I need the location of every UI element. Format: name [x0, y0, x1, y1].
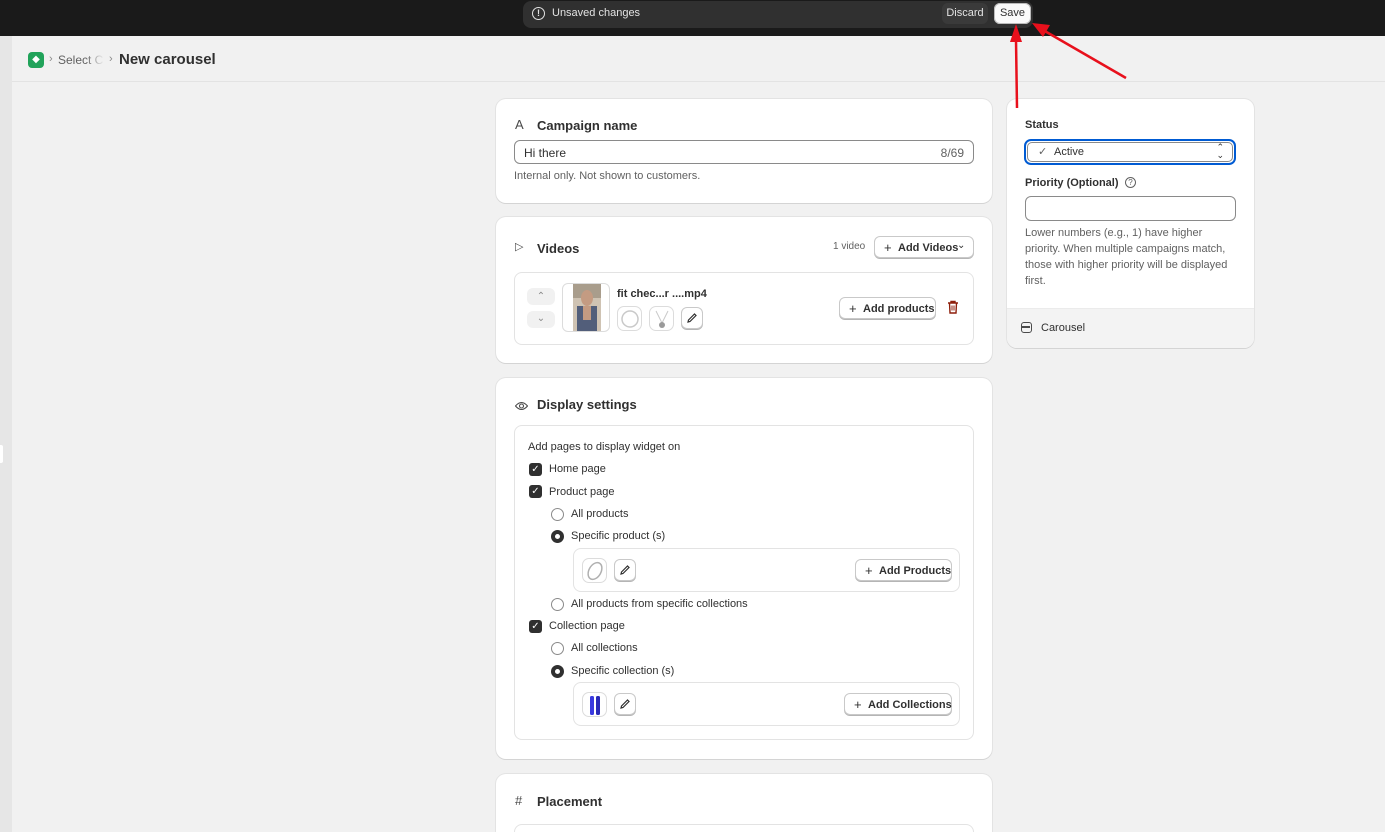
pencil-icon	[620, 565, 630, 575]
alert-icon: !	[532, 7, 545, 20]
add-products-button[interactable]: + Add Products	[855, 559, 952, 581]
discard-button[interactable]: Discard	[942, 3, 988, 24]
priority-input[interactable]	[1025, 196, 1236, 221]
unsaved-message: Unsaved changes	[552, 7, 641, 19]
plus-icon: +	[884, 240, 892, 255]
collection-page-label: Collection page	[549, 620, 625, 632]
sidebar-toggle-handle[interactable]	[0, 445, 3, 463]
selected-product-thumbnail	[582, 558, 607, 583]
pencil-icon	[620, 699, 630, 709]
specific-collections-label: Specific collection (s)	[571, 665, 675, 677]
delete-icon[interactable]	[947, 300, 959, 317]
all-products-label: All products	[571, 508, 629, 520]
selected-products-box: + Add Products	[573, 548, 960, 592]
unsaved-changes-bar: ! Unsaved changes Discard Save	[523, 1, 1033, 28]
campaign-name-help: Internal only. Not shown to customers.	[514, 170, 701, 182]
product-page-label: Product page	[549, 486, 615, 498]
plus-icon: +	[854, 697, 862, 712]
video-thumbnail-image	[573, 284, 601, 331]
display-settings-heading: Display settings	[537, 397, 637, 412]
specific-products-label: Specific product (s)	[571, 530, 666, 542]
specific-products-radio[interactable]	[551, 530, 564, 543]
bracelet-image	[587, 561, 603, 581]
necklace-image	[655, 310, 669, 328]
bracelet-image	[621, 310, 639, 328]
video-filename: fit chec...r ....mp4	[617, 288, 707, 300]
save-button[interactable]: Save	[994, 3, 1031, 24]
tagged-product-thumbnail	[649, 306, 674, 331]
videos-card: ▷ Videos 1 video + Add Videos ⌄ ⌃ ⌄ fit …	[496, 217, 992, 363]
checkmark-icon: ✓	[1038, 146, 1048, 158]
videos-heading: Videos	[537, 241, 580, 256]
all-collections-label: All collections	[571, 642, 638, 654]
video-item: ⌃ ⌄ fit chec...r ....mp4 + Add products	[514, 272, 974, 345]
app-logo-icon[interactable]: ◆	[28, 52, 44, 68]
status-label: Status	[1025, 119, 1059, 131]
plus-icon: +	[849, 301, 857, 316]
campaign-name-heading: Campaign name	[537, 118, 638, 133]
tagged-product-thumbnail	[617, 306, 642, 331]
display-pages-intro: Add pages to display widget on	[528, 441, 681, 453]
all-collections-radio[interactable]	[551, 642, 564, 655]
placement-card: # Placement	[496, 774, 992, 832]
product-page-checkbox[interactable]: ✓	[529, 485, 542, 498]
chevron-right-icon: ›	[109, 53, 113, 65]
play-icon: ▷	[515, 241, 524, 253]
character-count: 8/69	[940, 146, 964, 160]
selected-collection-thumbnail	[582, 692, 607, 717]
specific-collections-radio[interactable]	[551, 665, 564, 678]
plus-icon: +	[865, 563, 873, 578]
help-circle-icon[interactable]: ?	[1125, 177, 1136, 188]
chevron-down-icon: ⌄	[957, 240, 966, 251]
display-pages-box: Add pages to display widget on ✓ Home pa…	[514, 425, 974, 740]
priority-label: Priority (Optional)	[1025, 177, 1119, 189]
add-products-button[interactable]: + Add products	[839, 297, 936, 319]
text-format-icon: A	[515, 117, 524, 132]
collection-page-checkbox[interactable]: ✓	[529, 620, 542, 633]
home-page-checkbox[interactable]: ✓	[529, 463, 542, 476]
edit-products-button[interactable]	[681, 307, 703, 329]
select-arrows-icon: ⌃ ⌄	[1216, 142, 1224, 160]
left-rail	[0, 36, 12, 832]
hash-icon: #	[515, 793, 523, 808]
priority-help: Lower numbers (e.g., 1) have higher prio…	[1025, 227, 1228, 287]
move-down-button[interactable]: ⌄	[527, 311, 555, 328]
status-value: Active	[1054, 146, 1084, 158]
home-page-label: Home page	[549, 463, 606, 475]
breadcrumb-parent[interactable]: Select C	[58, 53, 104, 67]
eye-icon	[514, 399, 529, 414]
placement-heading: Placement	[537, 794, 603, 809]
edit-collections-button[interactable]	[614, 693, 636, 715]
widget-type-footer: Carousel	[1007, 308, 1254, 348]
campaign-name-input[interactable]: Hi there 8/69	[514, 140, 974, 164]
chevron-right-icon: ›	[49, 53, 53, 65]
layout-icon	[1021, 322, 1032, 333]
placement-box	[514, 824, 974, 832]
page-title: New carousel	[119, 51, 216, 68]
add-collections-button[interactable]: + Add Collections	[844, 693, 952, 715]
selected-collections-box: + Add Collections	[573, 682, 960, 726]
display-settings-card: Display settings Add pages to display wi…	[496, 378, 992, 759]
edit-products-button[interactable]	[614, 559, 636, 581]
all-products-radio[interactable]	[551, 508, 564, 521]
campaign-name-card: A Campaign name Hi there 8/69 Internal o…	[496, 99, 992, 203]
all-from-collections-label: All products from specific collections	[571, 598, 748, 610]
widget-type-label: Carousel	[1041, 322, 1086, 334]
status-card: Status ✓ Active ⌃ ⌄ Priority (Optional) ?…	[1007, 99, 1254, 348]
collection-image	[590, 696, 600, 715]
move-up-button[interactable]: ⌃	[527, 288, 555, 305]
pencil-icon	[687, 313, 697, 323]
status-select[interactable]: ✓ Active ⌃ ⌄	[1024, 139, 1236, 165]
all-from-collections-radio[interactable]	[551, 598, 564, 611]
campaign-name-value: Hi there	[524, 146, 567, 160]
video-thumbnail	[562, 283, 610, 332]
add-videos-button[interactable]: + Add Videos ⌄	[874, 236, 974, 258]
top-bar: ! Unsaved changes Discard Save	[0, 0, 1385, 36]
page-header: ◆ › Select C › New carousel	[12, 36, 1385, 82]
video-count: 1 video	[833, 241, 866, 252]
